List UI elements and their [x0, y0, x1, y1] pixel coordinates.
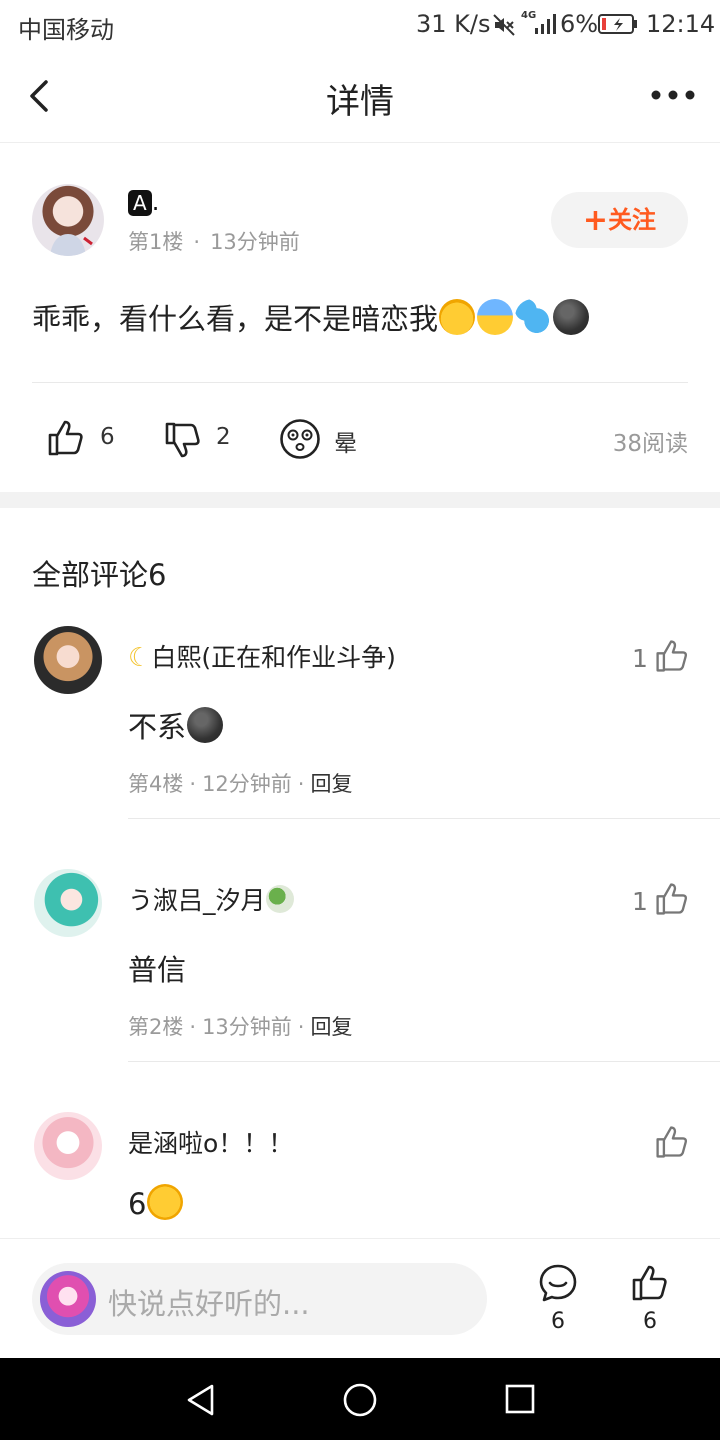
comment-input-placeholder: 快说点好听的... [108, 1287, 310, 1321]
status-bar: 中国移动 31 K/s 4G 6% 12:14 [0, 0, 720, 50]
section-gap [0, 492, 720, 508]
comment-item: ☾白熙(正在和作业斗争) 1 不系 第4楼 · 12分钟前 · 回复 [0, 618, 720, 828]
comments-section: 全部评论6 ☾白熙(正在和作业斗争) 1 不系 第4楼 · 12分钟前 · 回复 う淑吕… [0, 508, 720, 1238]
post-time: 13分钟前 [210, 230, 300, 254]
battery-percent: 6% [560, 10, 599, 38]
post-floor: 第1楼 [128, 230, 184, 254]
page-title: 详情 [326, 82, 394, 122]
post-author-avatar[interactable] [32, 184, 104, 256]
comment-floor: 第4楼 [128, 772, 184, 796]
comments-title: 全部评论6 [32, 558, 167, 592]
system-navigation-bar [0, 1358, 720, 1440]
reply-button[interactable]: 回复 [310, 772, 352, 796]
comment-text: 不系 [128, 704, 224, 746]
bottom-bar: 快说点好听的... 6 6 [0, 1238, 720, 1358]
sweat-droplets-icon [515, 299, 552, 335]
clock: 12:14 [646, 10, 716, 38]
comment-like-icon[interactable] [654, 881, 690, 917]
comment-avatar[interactable] [34, 869, 102, 937]
back-triangle-icon[interactable] [184, 1382, 218, 1418]
comment-username[interactable]: ☾白熙(正在和作业斗争) [128, 638, 396, 674]
crescent-moon-icon: ☾ [128, 643, 152, 673]
post-author-suffix: . [151, 188, 160, 216]
comment-avatar[interactable] [34, 1112, 102, 1180]
comment-avatar[interactable] [34, 626, 102, 694]
top-nav-bar: 详情 [0, 50, 720, 143]
more-icon[interactable] [650, 88, 696, 102]
home-circle-icon[interactable] [342, 1382, 378, 1418]
crying-emoji-icon [439, 299, 476, 335]
recents-square-icon[interactable] [504, 1383, 536, 1415]
dizzy-face-icon[interactable] [279, 418, 321, 460]
plus-icon: + [582, 203, 609, 238]
comment-meta: 第4楼 · 12分钟前 · 回复 [128, 772, 353, 796]
comment-text: 6 [128, 1184, 184, 1221]
current-user-avatar [40, 1271, 96, 1327]
comment-floor: 第2楼 [128, 1015, 184, 1039]
like-icon[interactable] [46, 418, 86, 458]
comment-divider [128, 818, 720, 819]
dislike-count: 2 [216, 424, 231, 450]
leaf-badge-icon [265, 885, 294, 913]
comment-username[interactable]: 是涵啦o！！！ [128, 1124, 293, 1160]
comment-like-icon[interactable] [654, 1124, 690, 1160]
signal-icon [535, 14, 556, 34]
comment-input[interactable]: 快说点好听的... [32, 1263, 487, 1335]
follow-label: 关注 [608, 206, 657, 234]
comment-like-icon[interactable] [654, 638, 690, 674]
post-author-badge: A [128, 190, 152, 216]
comment-time: 13分钟前 [202, 1015, 292, 1039]
comment-bubble-icon[interactable] [538, 1263, 578, 1303]
moon-face-icon [553, 299, 590, 335]
comment-like-count: 1 [632, 644, 648, 673]
comment-text: 普信 [128, 953, 187, 987]
post-card: A. 第1楼 · 13分钟前 +关注 乖乖，看什么看，是不是暗恋我 6 2 晕 38… [0, 144, 720, 492]
mute-icon [493, 14, 515, 36]
reply-button[interactable]: 回复 [310, 1015, 352, 1039]
post-divider [32, 382, 688, 383]
comment-meta: 第2楼 · 13分钟前 · 回复 [128, 1015, 353, 1039]
post-meta: 第1楼 · 13分钟前 [128, 230, 300, 254]
post-content-text: 乖乖，看什么看，是不是暗恋我 [32, 302, 439, 336]
bottom-like-count: 6 [643, 1309, 657, 1334]
dislike-icon[interactable] [163, 420, 203, 460]
comment-item: 是涵啦o！！！ 6 [0, 1104, 720, 1238]
comment-time: 12分钟前 [202, 772, 292, 796]
carrier-name: 中国移动 [18, 16, 114, 44]
comment-username-text: う淑吕_汐月 [128, 886, 266, 915]
comment-like-count: 1 [632, 887, 648, 916]
comment-item: う淑吕_汐月 1 普信 第2楼 · 13分钟前 · 回复 [0, 861, 720, 1071]
comment-divider [128, 1061, 720, 1062]
moon-face-icon [187, 707, 224, 743]
read-count: 38阅读 [612, 431, 688, 457]
post-content: 乖乖，看什么看，是不是暗恋我 [32, 296, 590, 338]
bottom-like-icon[interactable] [630, 1263, 670, 1303]
comment-text-value: 6 [128, 1187, 147, 1221]
comment-username-text: 白熙(正在和作业斗争) [151, 643, 396, 672]
battery-icon [598, 14, 637, 34]
upside-down-face-icon [147, 1184, 184, 1220]
comment-count: 6 [551, 1309, 565, 1334]
comment-text-value: 不系 [128, 710, 187, 744]
like-count: 6 [100, 424, 115, 450]
follow-button[interactable]: +关注 [551, 192, 688, 248]
network-speed: 31 K/s [416, 10, 491, 38]
post-author-name[interactable]: A. [128, 188, 159, 216]
screaming-emoji-icon [477, 299, 514, 335]
comment-username[interactable]: う淑吕_汐月 [128, 881, 294, 917]
mood-label: 晕 [334, 431, 357, 457]
